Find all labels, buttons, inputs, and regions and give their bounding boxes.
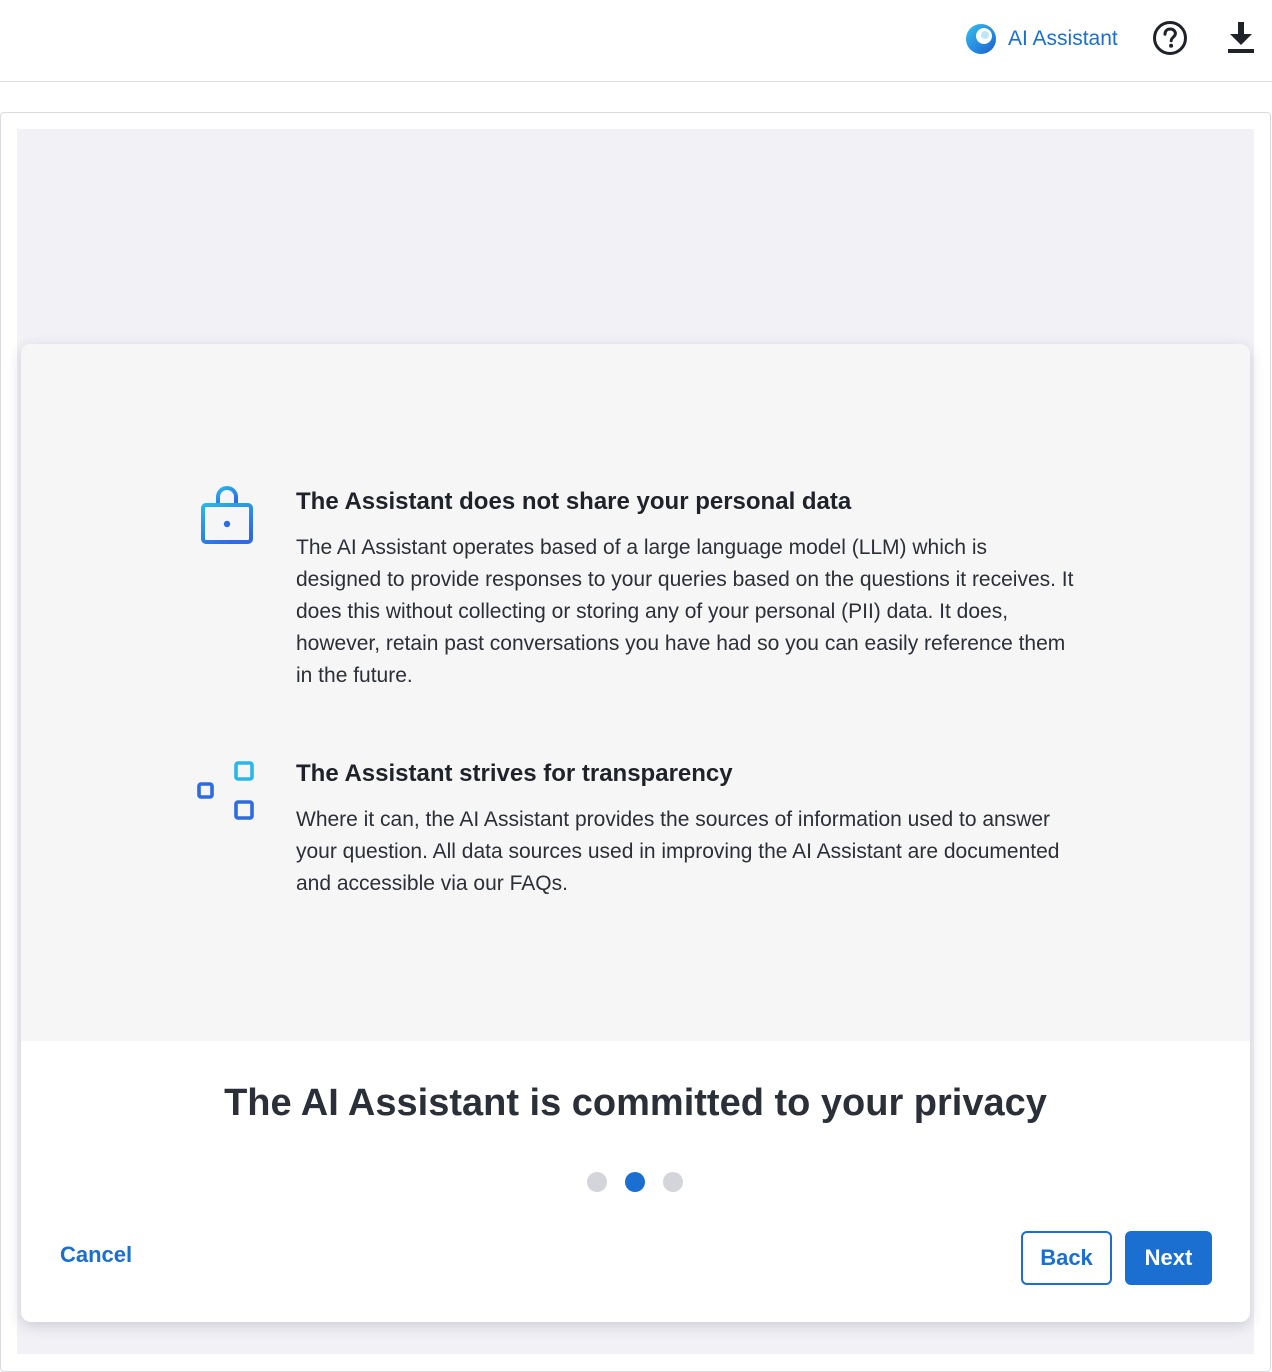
pagination-dot-3[interactable] (663, 1172, 683, 1192)
feature-description: Where it can, the AI Assistant provides … (296, 808, 1060, 895)
cancel-button[interactable]: Cancel (60, 1242, 132, 1272)
back-button[interactable]: Back (1021, 1231, 1112, 1285)
privacy-onboarding-modal: The Assistant does not share your person… (21, 344, 1250, 1322)
feature-description: The AI Assistant operates based of a lar… (296, 536, 1074, 687)
help-icon[interactable] (1152, 20, 1188, 56)
modal-title: The AI Assistant is committed to your pr… (224, 1082, 1047, 1124)
ai-assistant-logo-icon (966, 24, 996, 54)
ai-assistant-button[interactable]: AI Assistant (964, 20, 1118, 58)
ai-assistant-label: AI Assistant (1008, 27, 1118, 50)
next-button[interactable]: Next (1125, 1231, 1212, 1285)
pagination-dot-2-active[interactable] (625, 1172, 645, 1192)
pagination-dot-1[interactable] (587, 1172, 607, 1192)
feature-title: The Assistant strives for transparency (296, 760, 733, 787)
modal-body: The Assistant does not share your person… (21, 344, 1250, 1041)
pagination-dots (587, 1172, 687, 1192)
sitemap-icon (197, 761, 254, 820)
lock-icon (201, 486, 253, 544)
download-icon[interactable] (1226, 20, 1256, 54)
feature-title: The Assistant does not share your person… (296, 488, 852, 515)
top-bar: AI Assistant (0, 0, 1272, 82)
